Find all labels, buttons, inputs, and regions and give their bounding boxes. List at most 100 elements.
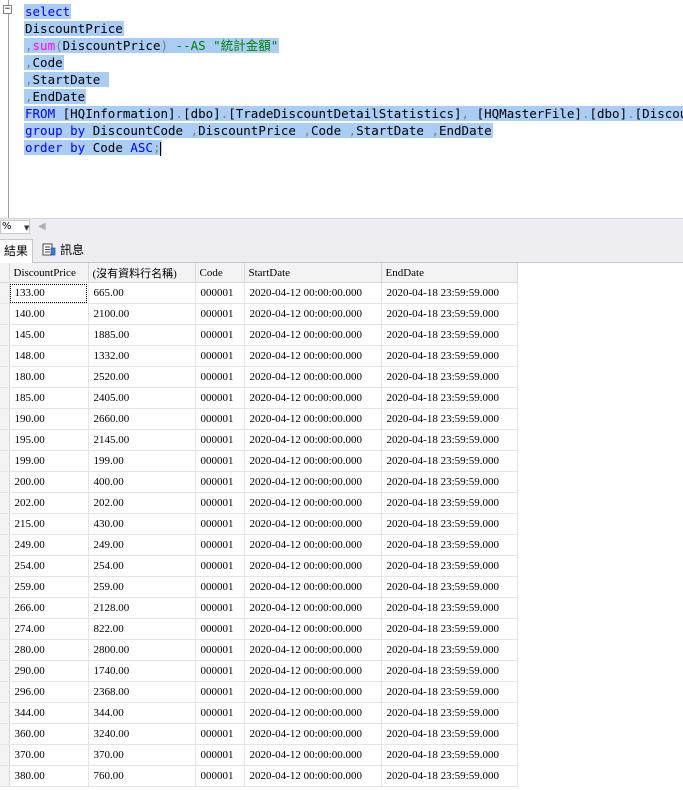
table-row[interactable]: 145.00 1885.00 000001 2020-04-12 00:00:00.0…	[0, 324, 518, 346]
table-row[interactable]: 380.00 760.00 000001 2020-04-12 00:00:00.00…	[0, 765, 518, 787]
row-header[interactable]	[0, 681, 10, 703]
table-cell[interactable]: 2020-04-12 00:00:00.000	[244, 513, 382, 535]
table-cell[interactable]: 000001	[195, 618, 245, 640]
table-cell[interactable]: 2020-04-18 23:59:59.000	[381, 660, 518, 682]
table-cell[interactable]: 2660.00	[88, 408, 196, 430]
table-cell[interactable]: 2020-04-18 23:59:59.000	[381, 723, 518, 745]
table-row[interactable]: 190.00 2660.00 000001 2020-04-12 00:00:00.0…	[0, 408, 518, 430]
code-area[interactable]: select DiscountPrice ,sum(DiscountPrice) -…	[24, 3, 683, 156]
table-cell[interactable]: 2020-04-12 00:00:00.000	[244, 681, 382, 703]
row-header[interactable]	[0, 723, 10, 745]
table-cell[interactable]: 380.00	[9, 765, 89, 787]
table-cell[interactable]: 259.00	[88, 576, 196, 598]
table-cell[interactable]: 000001	[195, 387, 245, 409]
row-header[interactable]	[0, 660, 10, 682]
table-cell[interactable]: 2020-04-12 00:00:00.000	[244, 576, 382, 598]
table-cell[interactable]: 2020-04-18 23:59:59.000	[381, 702, 518, 724]
column-header[interactable]: (沒有資料行名稱)	[88, 263, 196, 283]
row-header[interactable]	[0, 408, 10, 430]
table-cell[interactable]: 2020-04-12 00:00:00.000	[244, 282, 382, 304]
table-cell[interactable]: 000001	[195, 576, 245, 598]
row-header[interactable]	[0, 366, 10, 388]
table-cell[interactable]: 199.00	[9, 450, 89, 472]
table-cell[interactable]: 2145.00	[88, 429, 196, 451]
row-header[interactable]	[0, 534, 10, 556]
table-cell[interactable]: 2020-04-12 00:00:00.000	[244, 744, 382, 766]
table-cell[interactable]: 2020-04-12 00:00:00.000	[244, 618, 382, 640]
sql-editor[interactable]: − select DiscountPrice ,sum(DiscountPrice)…	[0, 0, 683, 218]
table-cell[interactable]: 370.00	[9, 744, 89, 766]
table-cell[interactable]: 259.00	[9, 576, 89, 598]
results-grid[interactable]: DiscountPrice (沒有資料行名稱) Code StartDate E…	[0, 263, 683, 790]
row-header[interactable]	[0, 513, 10, 535]
table-cell[interactable]: 215.00	[9, 513, 89, 535]
table-cell[interactable]: 2520.00	[88, 366, 196, 388]
table-cell[interactable]: 2020-04-18 23:59:59.000	[381, 744, 518, 766]
table-cell[interactable]: 000001	[195, 345, 245, 367]
table-cell[interactable]: 2020-04-12 00:00:00.000	[244, 450, 382, 472]
row-header[interactable]	[0, 492, 10, 514]
table-cell[interactable]: 2128.00	[88, 597, 196, 619]
table-cell[interactable]: 274.00	[9, 618, 89, 640]
table-cell[interactable]: 133.00	[9, 282, 89, 304]
scroll-left-icon[interactable]: ◀	[38, 221, 46, 232]
table-cell[interactable]: 760.00	[88, 765, 196, 787]
table-cell[interactable]: 430.00	[88, 513, 196, 535]
table-cell[interactable]: 000001	[195, 282, 245, 304]
table-cell[interactable]: 3240.00	[88, 723, 196, 745]
table-row[interactable]: 140.00 2100.00 000001 2020-04-12 00:00:00.0…	[0, 303, 518, 325]
table-cell[interactable]: 000001	[195, 723, 245, 745]
row-header[interactable]	[0, 282, 10, 304]
table-row[interactable]: 185.00 2405.00 000001 2020-04-12 00:00:00.0…	[0, 387, 518, 409]
table-cell[interactable]: 2020-04-12 00:00:00.000	[244, 723, 382, 745]
table-cell[interactable]: 2020-04-18 23:59:59.000	[381, 450, 518, 472]
code-line[interactable]: select	[24, 3, 679, 20]
table-cell[interactable]: 2020-04-12 00:00:00.000	[244, 639, 382, 661]
code-line[interactable]: ,Code	[24, 54, 679, 71]
table-cell[interactable]: 2800.00	[88, 639, 196, 661]
row-header[interactable]	[0, 429, 10, 451]
table-cell[interactable]: 266.00	[9, 597, 89, 619]
code-line[interactable]: order by Code ASC;	[24, 139, 679, 156]
column-header[interactable]: StartDate	[244, 263, 382, 283]
table-cell[interactable]: 185.00	[9, 387, 89, 409]
table-cell[interactable]: 2020-04-12 00:00:00.000	[244, 555, 382, 577]
row-header[interactable]	[0, 345, 10, 367]
column-header[interactable]: Code	[195, 263, 245, 283]
table-cell[interactable]: 2020-04-18 23:59:59.000	[381, 681, 518, 703]
table-cell[interactable]: 000001	[195, 429, 245, 451]
row-header[interactable]	[0, 576, 10, 598]
table-cell[interactable]: 2020-04-12 00:00:00.000	[244, 387, 382, 409]
table-cell[interactable]: 140.00	[9, 303, 89, 325]
table-cell[interactable]: 2020-04-12 00:00:00.000	[244, 597, 382, 619]
row-header[interactable]	[0, 387, 10, 409]
table-cell[interactable]: 2020-04-18 23:59:59.000	[381, 282, 518, 304]
table-cell[interactable]: 2020-04-12 00:00:00.000	[244, 471, 382, 493]
code-line[interactable]: group by DiscountCode ,DiscountPrice ,Co…	[24, 122, 679, 139]
row-header[interactable]	[0, 618, 10, 640]
table-cell[interactable]: 249.00	[9, 534, 89, 556]
table-cell[interactable]: 180.00	[9, 366, 89, 388]
table-row[interactable]: 249.00 249.00 000001 2020-04-12 00:00:00.00…	[0, 534, 518, 556]
table-cell[interactable]: 2020-04-18 23:59:59.000	[381, 324, 518, 346]
table-cell[interactable]: 000001	[195, 660, 245, 682]
table-cell[interactable]: 2020-04-12 00:00:00.000	[244, 660, 382, 682]
table-cell[interactable]: 2020-04-18 23:59:59.000	[381, 534, 518, 556]
table-row[interactable]: 280.00 2800.00 000001 2020-04-12 00:00:00.0…	[0, 639, 518, 661]
table-cell[interactable]: 290.00	[9, 660, 89, 682]
table-cell[interactable]: 000001	[195, 303, 245, 325]
table-row[interactable]: 274.00 822.00 000001 2020-04-12 00:00:00.00…	[0, 618, 518, 640]
table-row[interactable]: 296.00 2368.00 000001 2020-04-12 00:00:00.0…	[0, 681, 518, 703]
chevron-down-icon[interactable]: ▼	[24, 224, 29, 232]
row-header[interactable]	[0, 744, 10, 766]
row-header[interactable]	[0, 555, 10, 577]
table-row[interactable]: 344.00 344.00 000001 2020-04-12 00:00:00.00…	[0, 702, 518, 724]
table-cell[interactable]: 000001	[195, 450, 245, 472]
table-row[interactable]: 180.00 2520.00 000001 2020-04-12 00:00:00.0…	[0, 366, 518, 388]
table-row[interactable]: 133.00 665.00 000001 2020-04-12 00:00:00.00…	[0, 282, 518, 304]
table-cell[interactable]: 000001	[195, 492, 245, 514]
table-cell[interactable]: 2020-04-18 23:59:59.000	[381, 555, 518, 577]
table-cell[interactable]: 202.00	[88, 492, 196, 514]
table-cell[interactable]: 2020-04-12 00:00:00.000	[244, 408, 382, 430]
table-cell[interactable]: 000001	[195, 681, 245, 703]
